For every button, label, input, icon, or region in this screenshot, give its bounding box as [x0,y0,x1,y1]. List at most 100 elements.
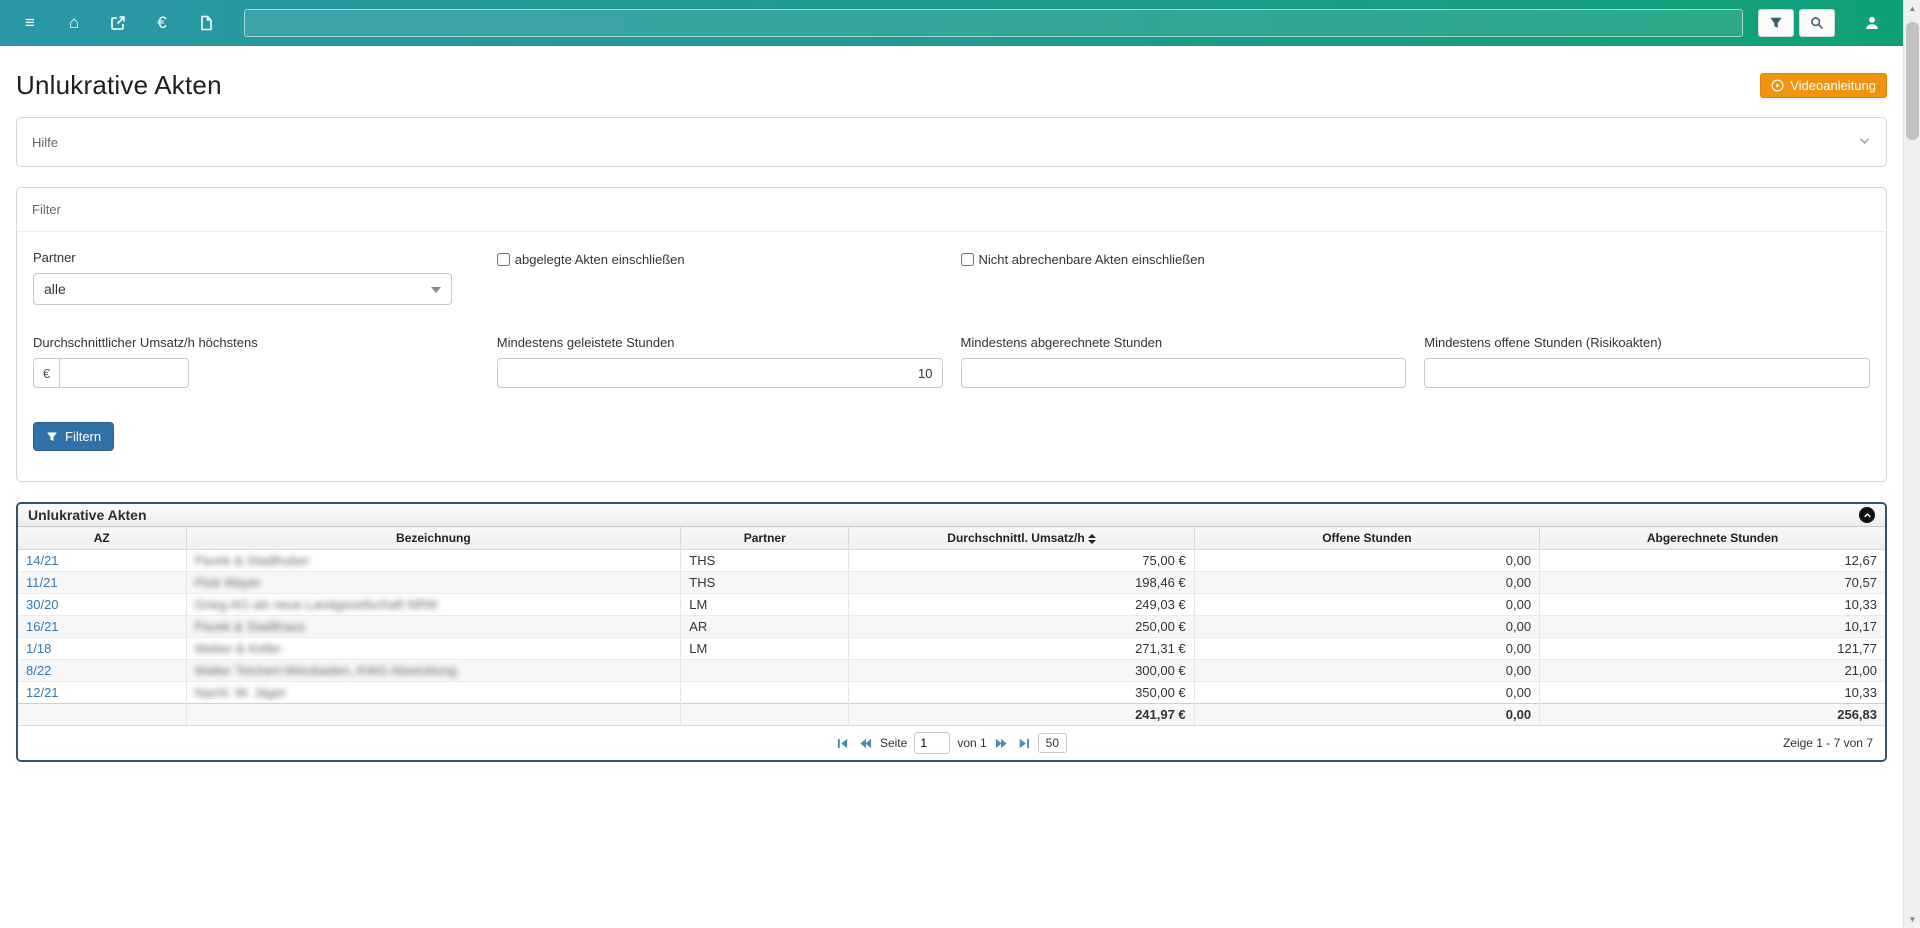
collapse-up-icon[interactable] [1859,507,1875,523]
filter-panel-body: Partner alle abgelegte Akten einschließe… [17,232,1886,481]
abgerechnete-stunden-cell: 70,57 [1539,571,1885,594]
file-icon[interactable] [184,0,228,46]
az-cell: 12/21 [18,681,187,704]
umsatz-field: Durchschnittlicher Umsatz/h höchstens € [33,335,479,388]
scroll-up-icon[interactable]: ▲ [1904,0,1920,17]
global-search-input[interactable] [244,9,1743,37]
totals-offene-cell: 0,00 [1194,703,1541,725]
euro-icon[interactable]: € [140,0,184,46]
col-header-offene[interactable]: Offene Stunden [1193,527,1541,550]
partner-cell: LM [680,637,850,660]
totals-partner-cell [680,703,850,725]
menu-icon[interactable]: ≡ [8,0,52,46]
col-header-partner[interactable]: Partner [680,527,850,550]
seite-label: Seite [879,736,908,750]
pagination-bar: Seite von 1 50 Zeige 1 - 7 von 7 [18,725,1885,760]
table-panel-header: Unlukrative Akten [18,504,1885,527]
page-size-select[interactable]: 50 [1037,733,1068,753]
von-label: von 1 [957,736,987,750]
filter-panel-header: Filter [17,188,1886,232]
umsatz-cell: 271,31 € [848,637,1195,660]
table-row: 12/21 Nachl. W. Jäger 350,00 € 0,00 10,3… [18,681,1885,704]
az-link[interactable]: 16/21 [26,619,59,634]
az-link[interactable]: 1/18 [26,641,51,656]
abgelegte-akten-checkbox[interactable] [496,253,510,266]
umsatz-cell: 75,00 € [848,549,1195,572]
checkbox-nicht-abrechenbare: Nicht abrechenbare Akten einschließen [960,252,1407,305]
umsatz-label: Durchschnittlicher Umsatz/h höchstens [33,335,258,350]
home-icon[interactable]: ⌂ [52,0,96,46]
az-cell: 16/21 [18,615,187,638]
help-panel-title: Hilfe [32,134,59,150]
abgerechnete-stunden-cell: 10,33 [1539,593,1885,616]
offene-stunden-cell: 0,00 [1194,615,1541,638]
totals-az-cell [18,703,187,725]
abgerechnete-stunden-cell: 121,77 [1539,637,1885,660]
sort-icon [1087,533,1096,544]
totals-abgerechnete-cell: 256,83 [1539,703,1885,725]
next-page-icon[interactable] [994,737,1009,750]
bezeichnung-cell: Pavek & Stadlhuber [186,549,682,572]
totals-bezeichnung-cell [186,703,682,725]
filter-row-1: Partner alle abgelegte Akten einschließe… [33,250,1870,305]
nicht-abrechenbare-checkbox[interactable] [960,253,974,266]
filtern-button[interactable]: Filtern [33,422,115,451]
umsatz-cell: 300,00 € [848,659,1195,682]
az-link[interactable]: 12/21 [26,685,59,700]
scrollbar-thumb[interactable] [1906,22,1919,140]
abgerechnete-stunden-input[interactable] [960,358,1407,388]
filter-funnel-icon[interactable] [1758,9,1794,37]
top-navbar: ≡ ⌂ € [0,0,1903,46]
az-link[interactable]: 8/22 [26,663,51,678]
az-cell: 11/21 [18,571,187,594]
help-panel: Hilfe [16,117,1887,167]
offene-stunden-cell: 0,00 [1194,681,1541,704]
external-link-icon[interactable] [96,0,140,46]
table-row: 30/20 Grieg-AG als neue Landgesellschaft… [18,593,1885,616]
user-icon[interactable] [1849,0,1895,46]
page-title: Unlukrative Akten [16,70,222,100]
video-tutorial-label: Videoanleitung [1790,78,1876,93]
col-header-az[interactable]: AZ [18,527,187,550]
az-link[interactable]: 14/21 [26,553,59,568]
filter-panel: Filter Partner alle abgelegte Akten eins… [16,187,1887,482]
totals-umsatz-cell: 241,97 € [848,703,1195,725]
table-row: 14/21 Pavek & Stadlhuber THS 75,00 € 0,0… [18,549,1885,572]
offene-stunden-input[interactable] [1424,358,1870,388]
col-header-abgerechnete[interactable]: Abgerechnete Stunden [1539,527,1885,550]
help-panel-header[interactable]: Hilfe [17,118,1886,166]
abgerechnete-stunden-cell: 12,67 [1539,549,1885,572]
partner-select-value: alle [44,281,66,297]
col-header-bezeichnung[interactable]: Bezeichnung [185,527,682,550]
video-tutorial-button[interactable]: Videoanleitung [1760,73,1887,98]
partner-cell: AR [680,615,850,638]
table-row: 8/22 Walter Teichert-Wiesbaden, KWG Abwi… [18,659,1885,682]
page-number-input[interactable] [914,732,951,754]
geleistete-stunden-input[interactable] [496,358,943,388]
az-cell: 1/18 [18,637,187,660]
play-circle-icon [1771,79,1784,92]
az-link[interactable]: 30/20 [26,597,59,612]
search-icon[interactable] [1799,9,1835,37]
az-link[interactable]: 11/21 [26,575,58,590]
title-row: Unlukrative Akten Videoanleitung [16,70,1887,101]
totals-row: 241,97 € 0,00 256,83 [18,703,1885,725]
geleistete-stunden-field: Mindestens geleistete Stunden [496,335,943,388]
browser-scrollbar[interactable]: ▲ ▼ [1903,0,1920,928]
umsatz-input[interactable] [59,358,189,388]
euro-prefix-addon: € [33,358,59,388]
az-cell: 8/22 [18,659,187,682]
bezeichnung-cell: Weber & Keller [186,637,682,660]
prev-page-icon[interactable] [858,737,873,750]
geleistete-stunden-label: Mindestens geleistete Stunden [496,335,675,350]
col-header-umsatz[interactable]: Durchschnittl. Umsatz/h [848,527,1195,550]
partner-select[interactable]: alle [33,273,452,305]
filtern-button-label: Filtern [65,429,102,444]
last-page-icon[interactable] [1016,737,1031,750]
offene-stunden-cell: 0,00 [1194,571,1541,594]
first-page-icon[interactable] [836,737,851,750]
abgerechnete-stunden-label: Mindestens abgerechnete Stunden [960,335,1163,350]
scroll-down-icon[interactable]: ▼ [1904,911,1920,928]
umsatz-cell: 250,00 € [848,615,1195,638]
abgerechnete-stunden-cell: 10,17 [1539,615,1885,638]
